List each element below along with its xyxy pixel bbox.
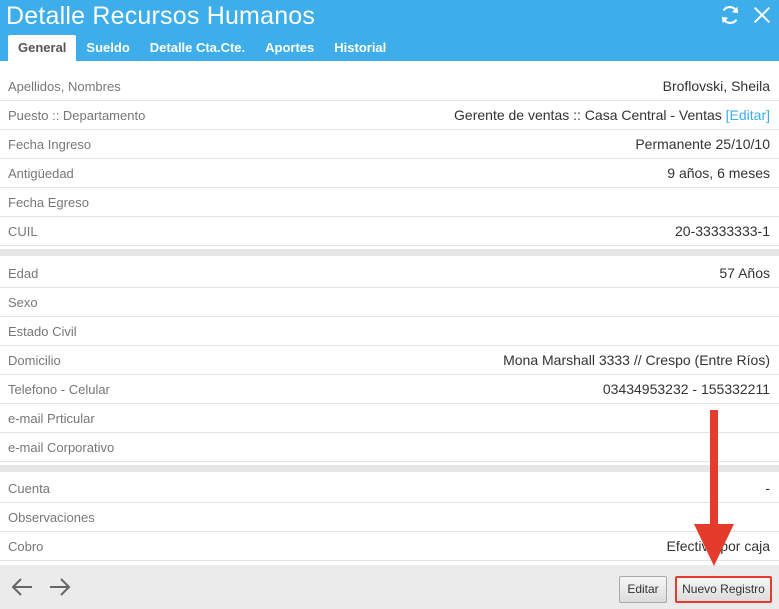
tab-aportes[interactable]: Aportes [255,35,324,61]
row-apellidos-nombres: Apellidos, Nombres Broflovski, Sheila [0,72,779,101]
row-email-particular: e-mail Prticular [0,404,779,433]
field-label: CUIL [8,223,38,239]
field-label: Cuenta [8,480,50,496]
row-observaciones: Observaciones [0,503,779,532]
detail-list: Apellidos, Nombres Broflovski, Sheila Pu… [0,72,779,561]
field-value: - [765,480,770,496]
field-label: Telefono - Celular [8,381,110,397]
row-telefono-celular: Telefono - Celular 03434953232 - 1553322… [0,375,779,404]
row-antiguedad: Antigüedad 9 años, 6 meses [0,159,779,188]
field-label: Edad [8,265,39,281]
field-value: 57 Años [719,265,770,281]
header-bar: Detalle Recursos Humanos General Sueldo … [0,0,779,61]
section-divider [0,465,779,472]
field-label: e-mail Prticular [8,410,95,426]
row-cuenta: Cuenta - [0,474,779,503]
field-label: e-mail Corporativo [8,439,115,455]
row-fecha-ingreso: Fecha Ingreso Permanente 25/10/10 [0,130,779,159]
row-estado-civil: Estado Civil [0,317,779,346]
field-value: 03434953232 - 155332211 [602,381,770,397]
close-icon[interactable] [751,4,773,26]
footer-bar: Editar Nuevo Registro [0,565,779,609]
edit-puesto-link[interactable]: [Editar] [726,107,770,123]
arrow-right-icon[interactable] [48,576,72,598]
tab-bar: General Sueldo Detalle Cta.Cte. Aportes … [8,35,396,61]
edit-button[interactable]: Editar [619,576,667,603]
field-label: Observaciones [8,509,95,525]
puesto-value: Gerente de ventas :: Casa Central - Vent… [454,107,722,123]
field-value: Gerente de ventas :: Casa Central - Vent… [454,107,770,123]
field-label: Sexo [8,294,38,310]
section-divider [0,249,779,256]
field-label: Puesto :: Departamento [8,107,146,123]
refresh-icon[interactable] [719,4,741,26]
row-domicilio: Domicilio Mona Marshall 3333 // Crespo (… [0,346,779,375]
arrow-left-icon[interactable] [10,576,34,598]
tab-general[interactable]: General [8,35,77,61]
field-label: Domicilio [8,352,61,368]
page-title: Detalle Recursos Humanos [6,2,316,30]
tab-sueldo[interactable]: Sueldo [76,35,139,61]
field-value: 20-33333333-1 [675,223,770,239]
field-value: Permanente 25/10/10 [635,136,770,152]
field-label: Fecha Ingreso [8,136,92,152]
field-label: Apellidos, Nombres [8,78,121,94]
row-cobro: Cobro Efectivo por caja [0,532,779,561]
row-fecha-egreso: Fecha Egreso [0,188,779,217]
tab-historial[interactable]: Historial [324,35,396,61]
row-edad: Edad 57 Años [0,259,779,288]
field-label: Fecha Egreso [8,194,89,210]
field-label: Cobro [8,538,44,554]
field-value: Mona Marshall 3333 // Crespo (Entre Ríos… [503,352,770,368]
field-label: Antigüedad [8,165,74,181]
row-sexo: Sexo [0,288,779,317]
row-puesto-departamento: Puesto :: Departamento Gerente de ventas… [0,101,779,130]
row-cuil: CUIL 20-33333333-1 [0,217,779,246]
field-value: 9 años, 6 meses [667,165,770,181]
row-email-corporativo: e-mail Corporativo [0,433,779,462]
field-value: Efectivo por caja [666,538,771,554]
field-value: Broflovski, Sheila [662,78,770,94]
field-label: Estado Civil [8,323,77,339]
new-record-button[interactable]: Nuevo Registro [675,576,772,603]
tab-detalle-cta-cte[interactable]: Detalle Cta.Cte. [140,35,255,61]
